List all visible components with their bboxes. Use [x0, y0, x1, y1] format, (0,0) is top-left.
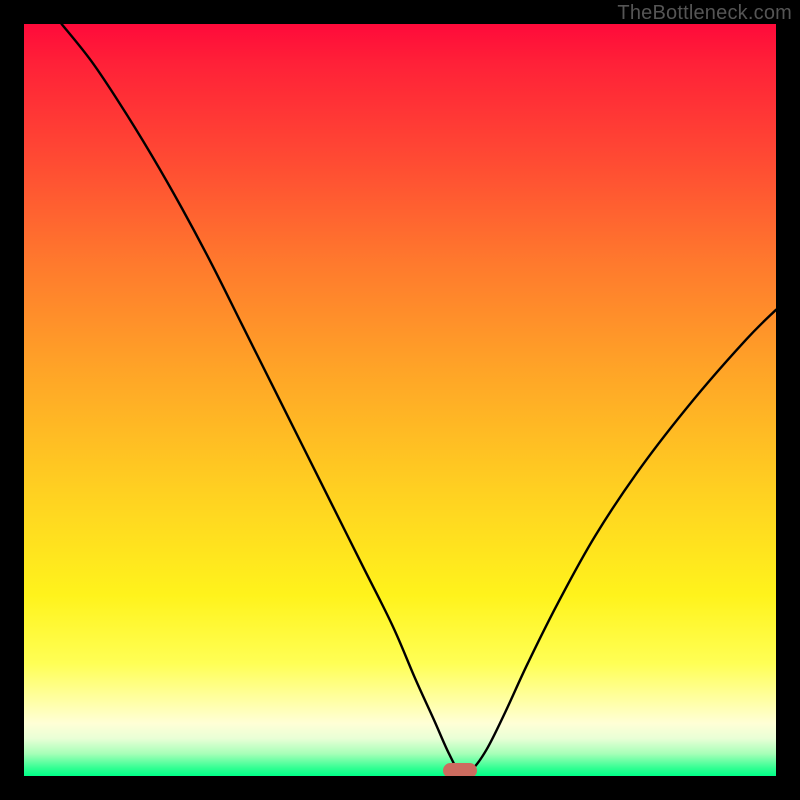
bottleneck-curve	[62, 24, 776, 774]
curve-svg	[24, 24, 776, 776]
plot-area	[24, 24, 776, 776]
optimal-point-marker	[443, 763, 477, 776]
chart-container: TheBottleneck.com	[0, 0, 800, 800]
attribution-label: TheBottleneck.com	[617, 2, 792, 25]
